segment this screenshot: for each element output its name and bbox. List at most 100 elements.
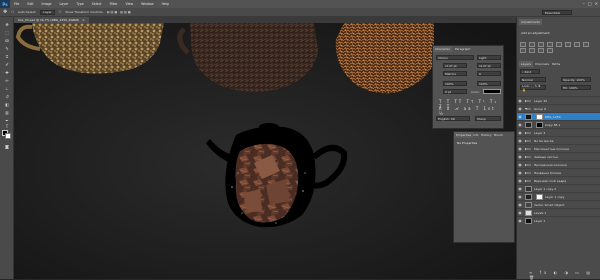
layer-filter-dropdown[interactable]: ⌕ Kind	[520, 69, 540, 74]
visibility-eye-icon[interactable]: ◉	[517, 138, 523, 144]
layer-row[interactable]: ◉ ▸▭ Прозрачная колонка	[517, 160, 600, 168]
layer-row[interactable]: ◉ ▸▭ Чайные листья	[517, 152, 600, 160]
fill-field[interactable]: Fill: 100%	[561, 85, 591, 90]
visibility-eye-icon[interactable]: ◉	[517, 122, 523, 128]
tab-character[interactable]: Character	[433, 46, 452, 52]
font-family-field[interactable]: Chiron	[436, 55, 474, 60]
close-tab-icon[interactable]: ×	[82, 18, 85, 22]
menu-help[interactable]: Help	[158, 2, 173, 6]
vertical-scale-field[interactable]: 100%	[443, 81, 467, 86]
tracking-field[interactable]: 0	[477, 71, 501, 76]
layer-row[interactable]: ◉ Vector Smart Object	[517, 200, 600, 208]
close-button[interactable]: ×	[595, 1, 598, 6]
color-balance-icon[interactable]	[574, 42, 580, 47]
curves-icon[interactable]	[538, 42, 544, 47]
eraser-tool-icon[interactable]: ◧	[3, 101, 11, 107]
font-size-field[interactable]: 1147 pt	[443, 63, 467, 68]
opacity-field[interactable]: Opacity: 100%	[561, 77, 591, 82]
auto-select-dropdown[interactable]: Layer	[40, 9, 55, 15]
marquee-tool-icon[interactable]: ⬚	[3, 29, 11, 35]
crop-tool-icon[interactable]: ⌗	[3, 53, 11, 59]
brush-tool-icon[interactable]: ✏	[3, 77, 11, 83]
align-icons[interactable]: ▤▥▦ ▧▨▩	[107, 10, 132, 14]
layer-row[interactable]: ◉ ▸▭ Название блоков	[517, 168, 600, 176]
menu-image[interactable]: Image	[38, 2, 56, 6]
visibility-eye-icon[interactable]: ◉	[517, 178, 523, 184]
lock-controls[interactable]: Lock: ⬚ ✎ ✥ 🔒	[520, 84, 546, 92]
layer-row[interactable]: ◉ ▸▭ Верхний слой кадра	[517, 176, 600, 184]
menu-file[interactable]: File	[10, 2, 23, 6]
stamp-tool-icon[interactable]: ⊥	[3, 85, 11, 91]
layer-row[interactable]: ◉ ▸▭ No Sa Gia Sa	[517, 136, 600, 144]
layer-row[interactable]: ◉ Layer 1	[517, 216, 600, 224]
menu-view[interactable]: View	[121, 2, 137, 6]
brightness-icon[interactable]	[520, 42, 526, 47]
layer-row[interactable]: ◉ ▸▭ Маслянистые полоски	[517, 144, 600, 152]
quick-select-tool-icon[interactable]: ✎	[3, 45, 11, 51]
leading-field[interactable]: 1147 pt	[477, 63, 501, 68]
tab-paths[interactable]: Paths	[550, 61, 562, 67]
visibility-eye-icon[interactable]: ◉	[517, 130, 523, 136]
invert-icon[interactable]	[538, 48, 544, 53]
visibility-eye-icon[interactable]: ◉	[517, 218, 523, 224]
baseline-shift-field[interactable]: 0 pt	[443, 89, 467, 94]
type-tool-icon[interactable]: T	[3, 123, 11, 129]
lasso-tool-icon[interactable]: ꝏ	[3, 37, 11, 43]
history-brush-icon[interactable]: ↺	[3, 93, 11, 99]
visibility-eye-icon[interactable]: ◉	[517, 146, 523, 152]
horizontal-scale-field[interactable]: 100%	[477, 81, 501, 86]
workspace-dropdown[interactable]: Essentials	[542, 10, 572, 15]
menu-select[interactable]: Select	[88, 2, 106, 6]
quick-mask-icon[interactable]: ◙	[3, 143, 11, 149]
layer-row[interactable]: ◉ Layer 1 copy 2	[517, 184, 600, 192]
auto-select-checkbox[interactable]: ☐	[11, 10, 14, 14]
channel-mixer-icon[interactable]	[529, 48, 535, 53]
text-color-swatch[interactable]	[483, 89, 501, 94]
eyedropper-tool-icon[interactable]: ✐	[3, 61, 11, 67]
tab-brush[interactable]: Brush	[492, 132, 505, 138]
visibility-eye-icon[interactable]: ◉	[517, 106, 523, 112]
menu-filter[interactable]: Filter	[106, 2, 122, 6]
hue-saturation-icon[interactable]	[565, 42, 571, 47]
visibility-eye-icon[interactable]: ◉	[517, 98, 523, 104]
move-tool-icon[interactable]: ✥	[3, 9, 7, 15]
menu-edit[interactable]: Edit	[23, 2, 37, 6]
menu-type[interactable]: Type	[72, 2, 87, 6]
visibility-eye-icon[interactable]: ◉	[517, 170, 523, 176]
visibility-eye-icon[interactable]: ◉	[517, 202, 523, 208]
healing-tool-icon[interactable]: ✚	[3, 69, 11, 75]
maximize-button[interactable]: □	[588, 1, 592, 6]
tab-paragraph[interactable]: Paragraph	[453, 46, 472, 52]
posterize-icon[interactable]	[547, 48, 553, 53]
background-color-swatch[interactable]	[5, 133, 11, 139]
layer-row[interactable]: ◉ ▾▭ Group 8	[517, 104, 600, 112]
tab-adjustments[interactable]: Adjustments	[519, 19, 542, 25]
menu-window[interactable]: Window	[137, 2, 158, 6]
visibility-eye-icon[interactable]: ◉	[517, 154, 523, 160]
language-field[interactable]: English: UK	[436, 116, 470, 121]
layer-row[interactable]: ◉ Levels 1	[517, 208, 600, 216]
visibility-eye-icon[interactable]: ◉	[517, 162, 523, 168]
visibility-eye-icon[interactable]: ◉	[517, 210, 523, 216]
gradient-tool-icon[interactable]: ▥	[3, 109, 11, 115]
move-tool-icon[interactable]: ✥	[3, 21, 11, 27]
black-white-icon[interactable]	[583, 42, 589, 47]
vibrance-icon[interactable]	[556, 42, 562, 47]
minimize-button[interactable]: –	[583, 1, 585, 6]
show-transform-checkbox[interactable]: ☐	[59, 10, 62, 14]
menu-layer[interactable]: Layer	[56, 2, 73, 6]
photo-filter-icon[interactable]	[520, 48, 526, 53]
tab-layers[interactable]: Layers	[519, 61, 533, 67]
levels-icon[interactable]	[529, 42, 535, 47]
antialias-field[interactable]: Sharp	[475, 116, 501, 121]
visibility-eye-icon[interactable]: ◉	[517, 114, 523, 120]
visibility-eye-icon[interactable]: ◉	[517, 186, 523, 192]
exposure-icon[interactable]	[547, 42, 553, 47]
font-style-field[interactable]: Light	[477, 55, 501, 60]
layer-row[interactable]: ◉ ▸▭ Layer 20	[517, 96, 600, 104]
blend-mode-dropdown[interactable]: Normal	[520, 77, 546, 82]
tab-channels[interactable]: Channels	[533, 61, 551, 67]
visibility-eye-icon[interactable]: ◉	[517, 194, 523, 200]
opentype-buttons[interactable]: ﬁ σ 𝒜 aa T 1st ½	[439, 106, 503, 116]
layer-row-selected[interactable]: ◉ RBG_1250	[517, 112, 600, 120]
